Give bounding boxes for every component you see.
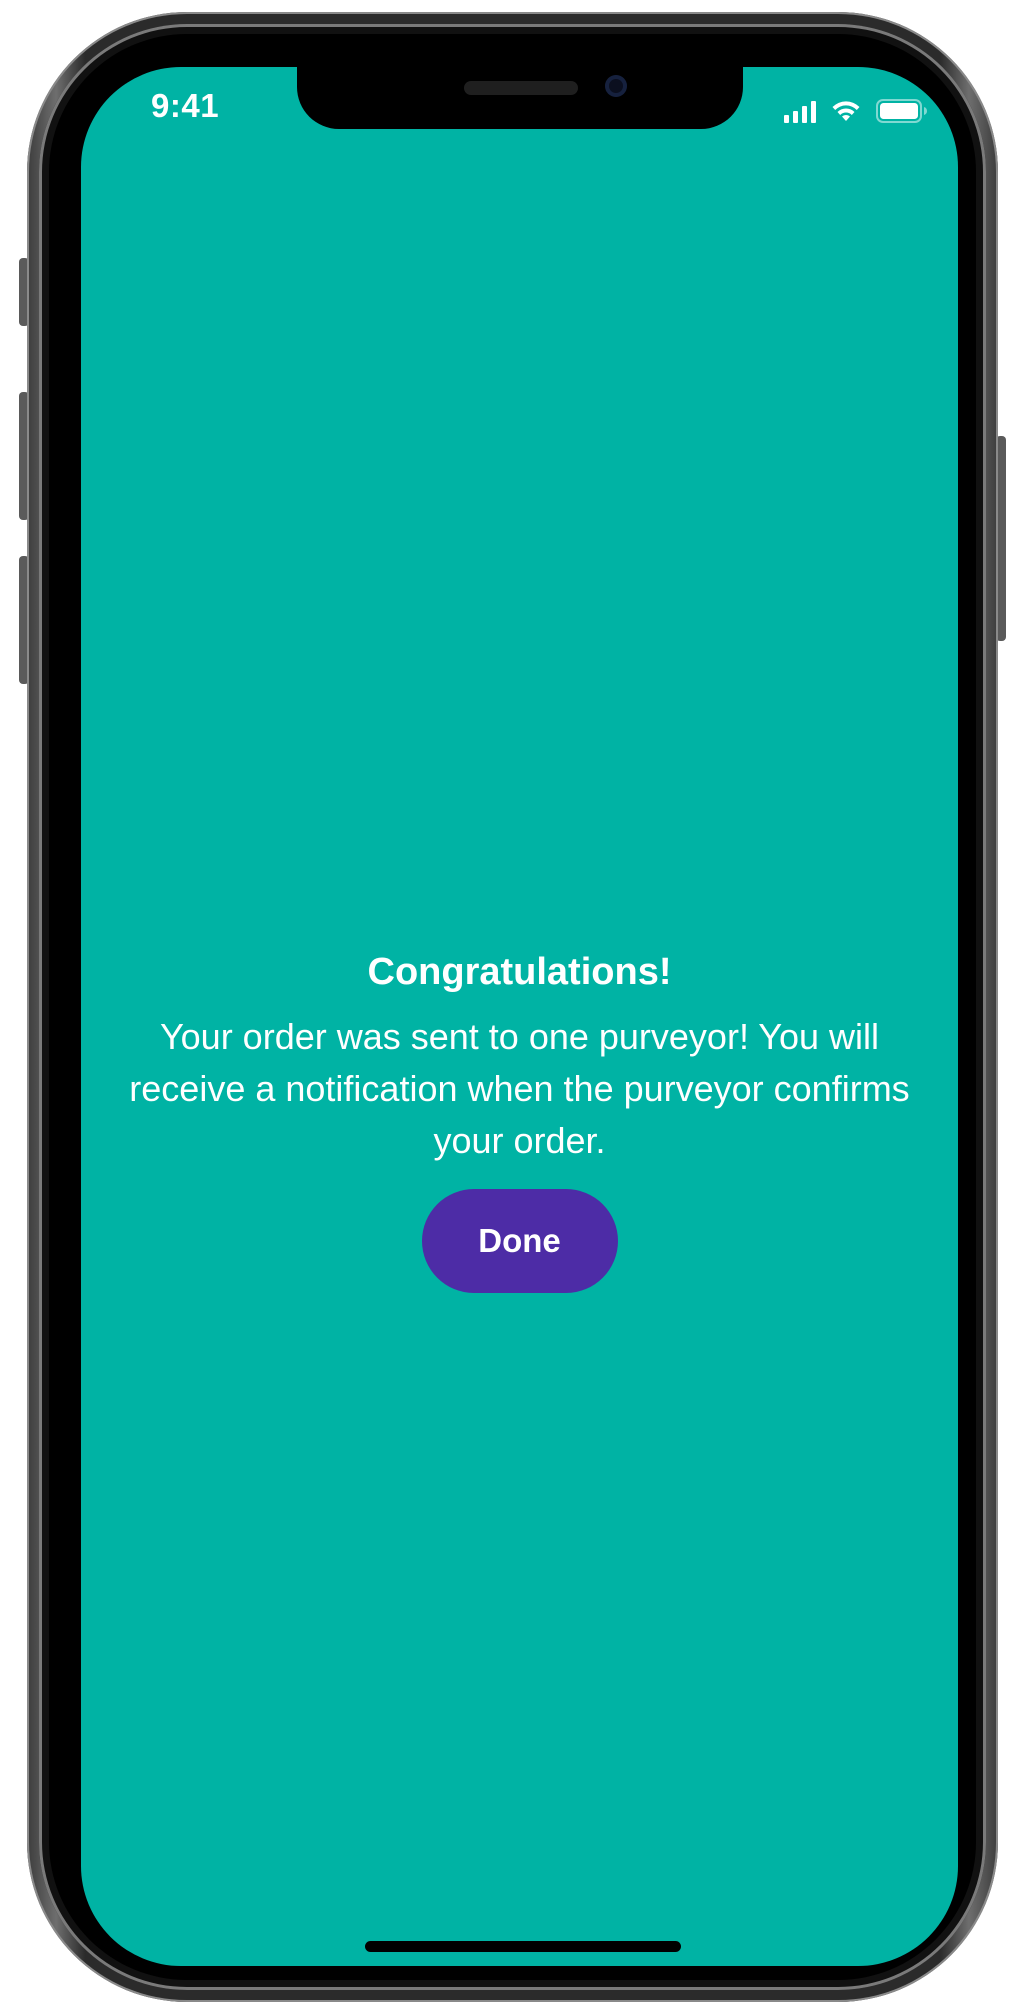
device-stage: 9:41 Congratulations! Your order was sen… xyxy=(0,0,1025,2012)
confirmation-message: Your order was sent to one purveyor! You… xyxy=(129,1016,910,1161)
phone-screen: 9:41 Congratulations! Your order was sen… xyxy=(81,67,958,1966)
confirmation-title: Congratulations! xyxy=(367,951,672,993)
battery-icon xyxy=(876,99,928,123)
status-icons xyxy=(784,95,928,123)
status-time: 9:41 xyxy=(151,87,220,124)
cellular-signal-icon xyxy=(784,99,816,123)
done-button[interactable]: Done xyxy=(421,1189,618,1293)
wifi-icon xyxy=(830,99,862,123)
confirmation-panel: Congratulations! Your order was sent to … xyxy=(81,947,958,1293)
home-indicator[interactable] xyxy=(365,1941,681,1952)
front-camera xyxy=(605,75,627,97)
speaker-grille xyxy=(464,81,578,95)
notch xyxy=(297,67,743,129)
